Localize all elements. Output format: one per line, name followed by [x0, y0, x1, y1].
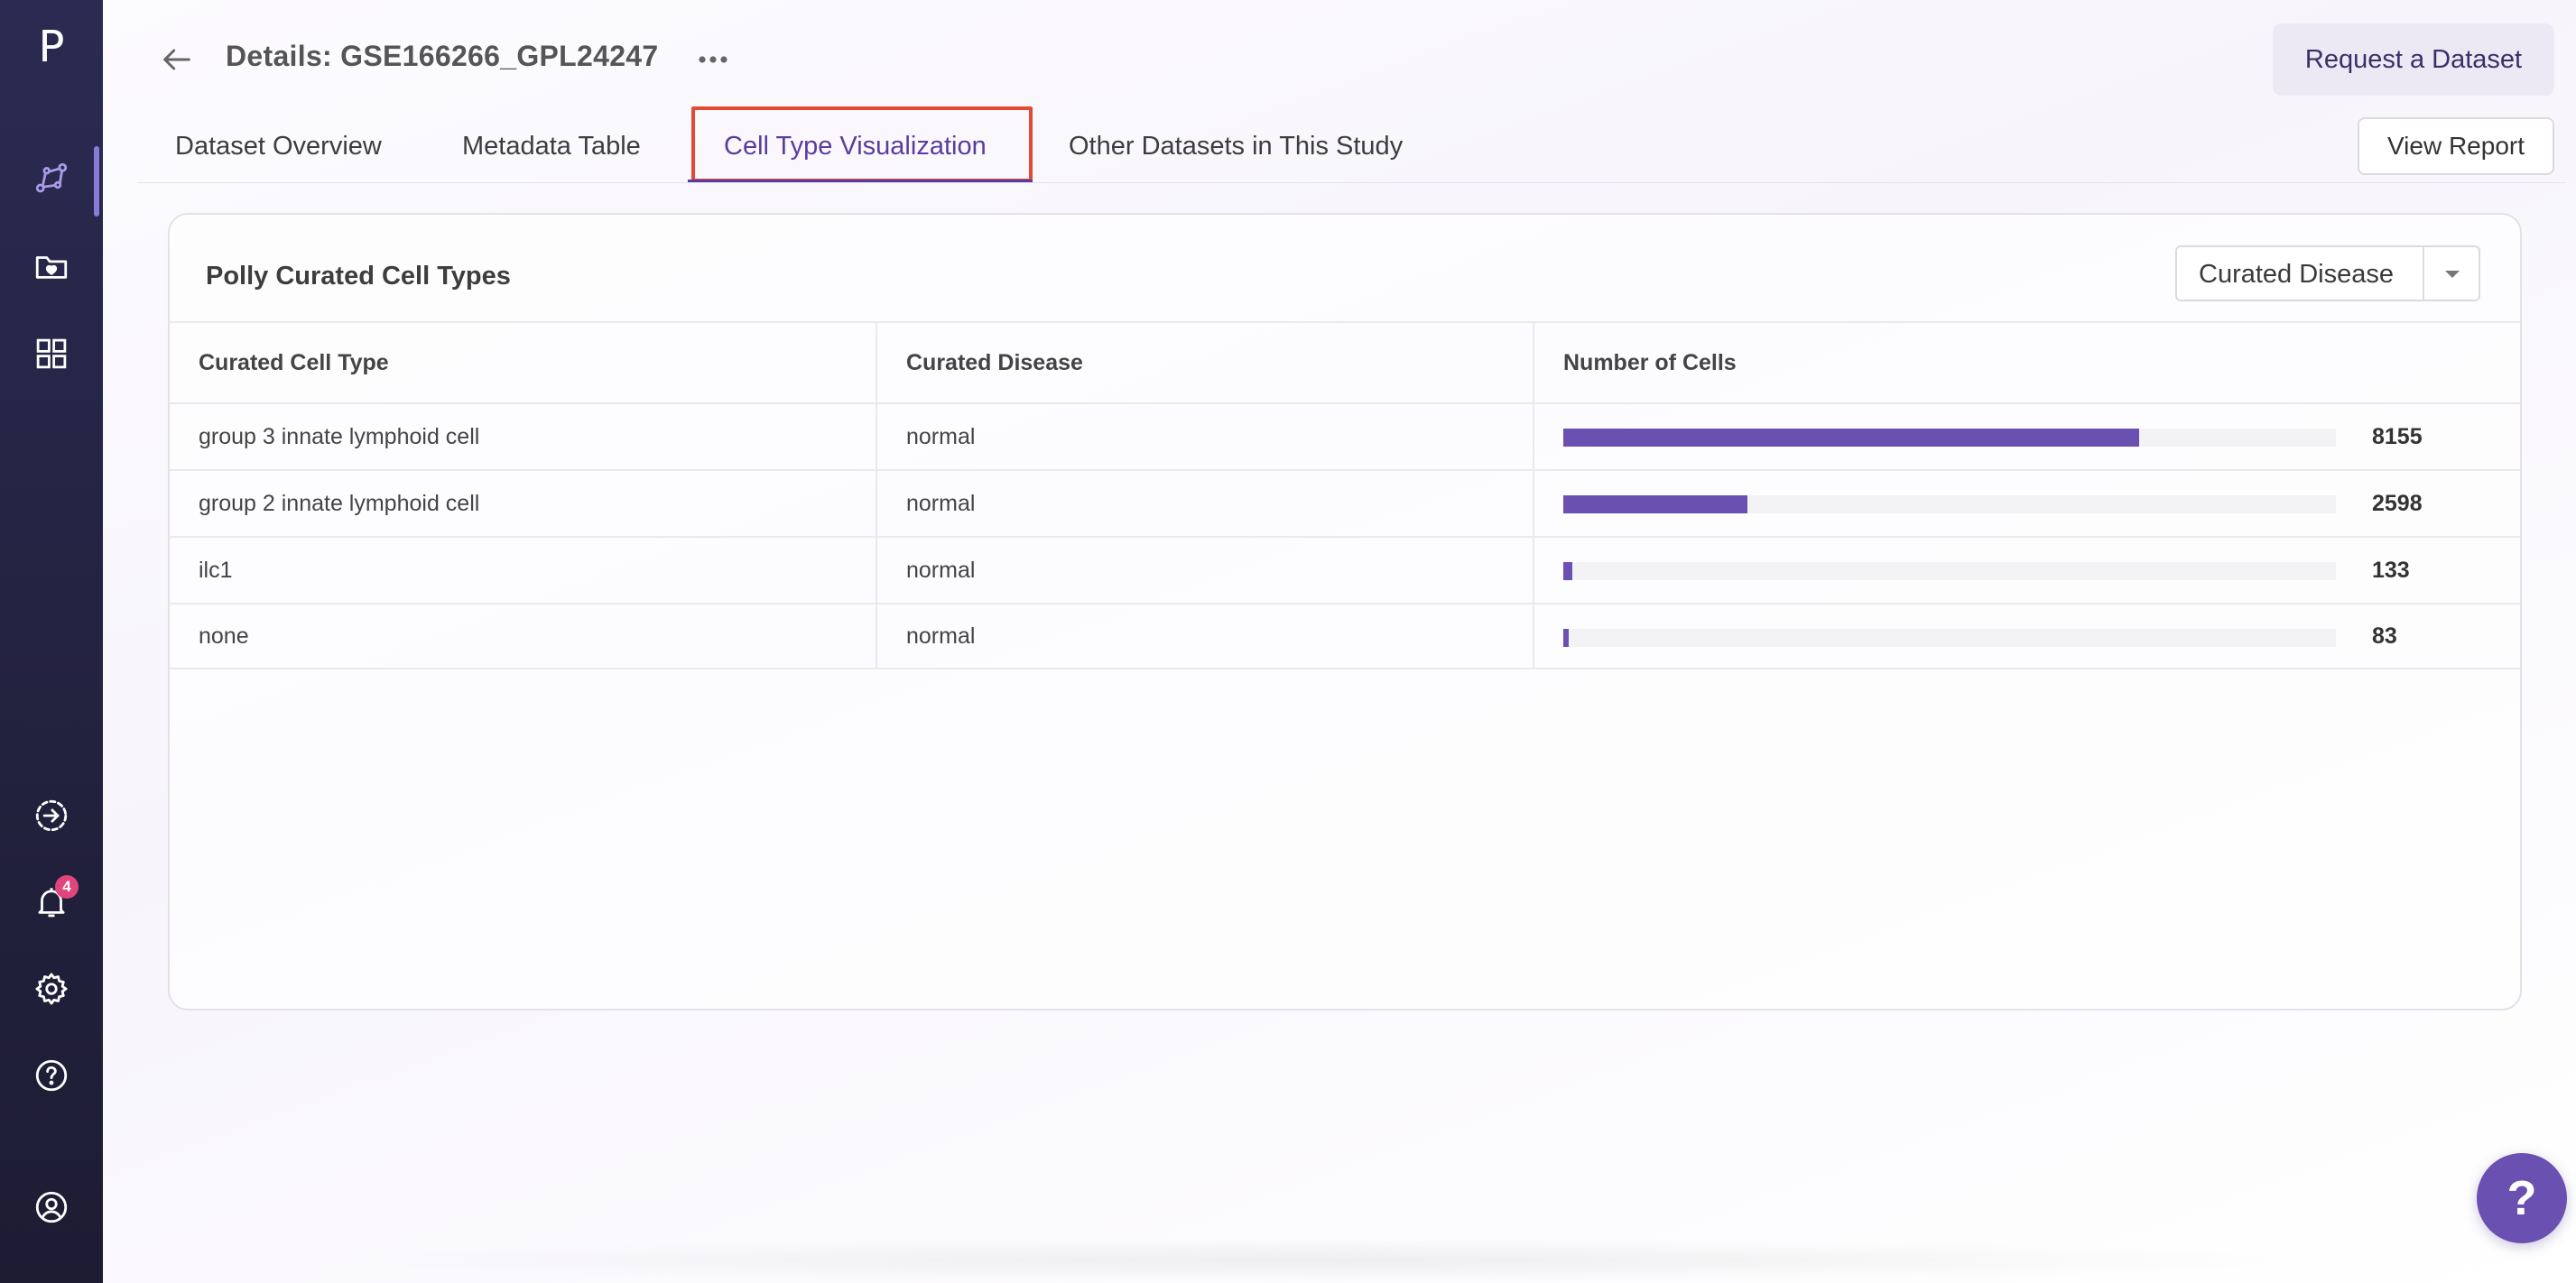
dropdown-divider — [2423, 247, 2424, 300]
count-bar-track — [1563, 495, 2336, 513]
card-title: Polly Curated Cell Types — [206, 262, 511, 291]
count-value: 83 — [2372, 623, 2397, 649]
tabs-divider — [137, 182, 2565, 183]
tab-metadata-table[interactable]: Metadata Table — [462, 132, 641, 162]
circle-arrow-icon[interactable] — [23, 787, 80, 845]
app-logo[interactable]: P — [25, 22, 78, 72]
count-bar-track — [1563, 562, 2336, 580]
active-nav-indicator — [94, 146, 99, 217]
column-header-cell-count[interactable]: Number of Cells — [1534, 323, 2520, 402]
count-bar-track — [1563, 429, 2336, 447]
count-bar — [1563, 429, 2139, 447]
column-header-cell-type[interactable]: Curated Cell Type — [170, 323, 877, 402]
tab-bar: Dataset Overview Metadata Table Cell Typ… — [103, 106, 2576, 184]
chevron-down-icon[interactable] — [2439, 265, 2466, 283]
question-circle-icon[interactable] — [23, 1047, 80, 1104]
bell-icon[interactable]: 4 — [23, 873, 80, 931]
count-bar — [1563, 629, 1569, 647]
tab-other-datasets[interactable]: Other Datasets in This Study — [1069, 132, 1403, 162]
main-content: Details: GSE166266_GPL24247 Request a Da… — [103, 0, 2576, 1283]
dropdown-selected-value: Curated Disease — [2199, 260, 2394, 289]
disease-value: normal — [877, 404, 1534, 469]
cell-count: 2598 — [1534, 471, 2520, 536]
view-report-button[interactable]: View Report — [2358, 117, 2554, 175]
disease-value: normal — [877, 471, 1534, 536]
cell-type-name: group 3 innate lymphoid cell — [170, 404, 877, 469]
count-value: 2598 — [2372, 490, 2423, 516]
grid-icon[interactable] — [23, 325, 80, 383]
count-bar — [1563, 562, 1572, 580]
table-row: ilc1 normal 133 — [170, 536, 2520, 603]
cell-type-name: group 2 innate lymphoid cell — [170, 471, 877, 536]
cell-types-card: Polly Curated Cell Types Curated Disease… — [168, 213, 2522, 1011]
notification-badge: 4 — [55, 875, 79, 899]
column-header-disease[interactable]: Curated Disease — [877, 323, 1534, 402]
help-chat-button[interactable]: ? — [2477, 1153, 2567, 1243]
cell-count: 83 — [1534, 605, 2520, 668]
tab-cell-type-visualization[interactable]: Cell Type Visualization — [724, 132, 987, 162]
table-row: none normal 83 — [170, 603, 2520, 669]
request-dataset-button[interactable]: Request a Dataset — [2273, 23, 2554, 96]
cell-type-name: none — [170, 605, 877, 668]
bottom-shadow — [338, 1238, 2323, 1283]
page-title: Details: GSE166266_GPL24247 — [226, 40, 659, 72]
folder-heart-icon[interactable] — [23, 238, 80, 296]
network-graph-icon[interactable] — [23, 150, 80, 208]
count-bar-track — [1563, 629, 2336, 647]
gear-icon[interactable] — [23, 960, 80, 1018]
back-arrow-icon[interactable] — [153, 36, 200, 83]
topbar: Details: GSE166266_GPL24247 Request a Da… — [103, 0, 2576, 99]
table-row: group 3 innate lymphoid cell normal 8155 — [170, 402, 2520, 469]
cell-count: 133 — [1534, 538, 2520, 603]
cell-count: 8155 — [1534, 404, 2520, 469]
group-by-dropdown[interactable]: Curated Disease — [2175, 245, 2480, 301]
disease-value: normal — [877, 605, 1534, 668]
table-row: group 2 innate lymphoid cell normal 2598 — [170, 469, 2520, 536]
disease-value: normal — [877, 538, 1534, 603]
user-circle-icon[interactable] — [23, 1178, 80, 1236]
table-header: Curated Cell Type Curated Disease Number… — [170, 321, 2520, 402]
cell-type-name: ilc1 — [170, 538, 877, 603]
count-value: 133 — [2372, 557, 2410, 583]
count-bar — [1563, 495, 1747, 513]
sidebar: P 4 — [0, 0, 103, 1283]
cell-types-table: Curated Cell Type Curated Disease Number… — [170, 321, 2520, 669]
count-value: 8155 — [2372, 423, 2423, 449]
tab-dataset-overview[interactable]: Dataset Overview — [175, 132, 382, 162]
more-options-icon[interactable] — [691, 38, 735, 81]
